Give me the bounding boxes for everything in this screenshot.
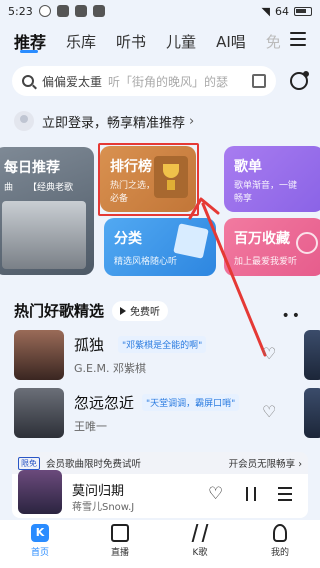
- mini-player[interactable]: 莫问归期 蒋雪儿Snow.J ♡: [12, 470, 308, 518]
- pause-icon[interactable]: [246, 487, 256, 501]
- profile-icon: [273, 524, 287, 542]
- battery-level: 64: [275, 4, 289, 18]
- tab-library[interactable]: 乐库: [66, 31, 96, 52]
- song-cover: [14, 330, 64, 380]
- playlist-card-sub1: 歌单渐音，一键: [234, 181, 298, 191]
- search-hint: 听「街角的晚风」的瑟: [108, 74, 229, 89]
- home-icon: K: [31, 524, 49, 542]
- song-row[interactable]: 孤独 "邓紫棋是全能的啊" G.E.M. 邓紫棋: [14, 330, 264, 382]
- nav-me[interactable]: 我的: [240, 520, 320, 568]
- vip-text: 会员歌曲限时免费试听: [46, 459, 142, 470]
- playlist-card-title: 歌单: [234, 159, 262, 175]
- vip-open-link[interactable]: 开会员无限畅享 ›: [229, 456, 302, 470]
- login-prompt[interactable]: 立即登录，畅享精准推荐 ›: [14, 110, 194, 132]
- login-text: 立即登录，畅享精准推荐: [42, 115, 186, 131]
- nav-karaoke[interactable]: K歌: [160, 520, 240, 568]
- more-options-icon[interactable]: ••: [281, 308, 302, 324]
- tab-ai-sing[interactable]: AI唱: [216, 31, 246, 52]
- category-card-sub: 精选风格随心听: [114, 257, 178, 267]
- free-listen-label: 免费听: [130, 307, 161, 318]
- tab-free[interactable]: 免: [266, 31, 281, 52]
- song-cover: [14, 388, 64, 438]
- song-tag: "邓紫棋是全能的啊": [118, 336, 207, 353]
- app-notify-icon: [74, 5, 87, 17]
- heart-decoration-icon: [296, 232, 318, 254]
- playlist-card-sub2: 畅享: [234, 194, 253, 204]
- side-song-cover[interactable]: [304, 330, 320, 380]
- daily-tag: 曲: [4, 183, 14, 193]
- playlist-card[interactable]: 歌单 歌单渐音，一键 畅享: [224, 146, 320, 212]
- song-artist: G.E.M. 邓紫棋: [74, 362, 146, 375]
- player-song-title: 莫问归期: [72, 484, 125, 499]
- top-nav: 推荐 乐库 听书 儿童 AI唱 免: [0, 26, 320, 56]
- status-time: 5:23: [8, 4, 33, 18]
- kugou-notify-icon: [38, 5, 51, 17]
- nav-home-label: 首页: [30, 548, 49, 558]
- nav-karaoke-label: K歌: [192, 548, 208, 558]
- daily-recommend-title: 每日推荐: [4, 160, 60, 176]
- tab-audiobooks[interactable]: 听书: [116, 31, 146, 52]
- heart-icon[interactable]: ♡: [262, 344, 276, 363]
- active-tab-indicator: [20, 50, 38, 53]
- live-icon: [111, 524, 129, 542]
- nav-me-label: 我的: [270, 548, 289, 558]
- status-bar: 5:23 ◥ 64: [0, 0, 320, 22]
- song-tag: "天堂调调，霸屏口哨": [142, 394, 240, 411]
- daily-poster-image: [2, 201, 86, 269]
- player-artist: 蒋雪儿Snow.J: [72, 502, 135, 513]
- category-card[interactable]: 分类 精选风格随心听: [104, 218, 216, 276]
- nav-home[interactable]: K 首页: [0, 520, 80, 568]
- heart-icon[interactable]: ♡: [262, 402, 276, 421]
- song-title: 孤独: [74, 336, 105, 354]
- side-song-cover[interactable]: [304, 388, 320, 438]
- image-notify-icon: [56, 5, 69, 17]
- highlight-box: [98, 143, 199, 216]
- vip-badge: 限免: [18, 456, 40, 470]
- scan-icon[interactable]: [252, 74, 266, 88]
- bottom-nav: K 首页 直播 K歌 我的: [0, 520, 320, 568]
- category-card-title: 分类: [114, 231, 142, 247]
- nav-live[interactable]: 直播: [80, 520, 160, 568]
- voice-recognize-icon[interactable]: [290, 71, 309, 90]
- daily-tag-classic: 【经典老歌: [28, 183, 74, 193]
- battery-icon: [294, 6, 312, 16]
- cube-icon: [173, 223, 209, 259]
- search-icon: [22, 75, 34, 87]
- million-card-title: 百万收藏: [234, 231, 290, 247]
- chevron-right-icon: ›: [189, 113, 195, 129]
- favorite-heart-icon[interactable]: ♡: [208, 484, 223, 504]
- search-input[interactable]: 偏偏爱太重 听「街角的晚风」的瑟: [12, 66, 276, 96]
- play-icon: [120, 306, 127, 315]
- search-term: 偏偏爱太重: [42, 74, 103, 89]
- menu-icon[interactable]: [290, 32, 306, 46]
- song-row[interactable]: 忽远忽近 "天堂调调，霸屏口哨" 王唯一: [14, 388, 264, 440]
- wifi-icon: ◥: [261, 4, 270, 18]
- hot-songs-header: 热门好歌精选 免费听: [14, 300, 169, 321]
- dot-notify-icon: [92, 5, 105, 17]
- million-card-sub: 加上最爱我爱听: [234, 257, 298, 267]
- player-cover: [18, 470, 62, 514]
- tab-kids[interactable]: 儿童: [166, 31, 196, 52]
- song-title: 忽远忽近: [74, 394, 135, 412]
- playlist-icon[interactable]: [278, 487, 292, 501]
- million-favorites-card[interactable]: 百万收藏 加上最爱我爱听: [224, 218, 320, 276]
- nav-live-label: 直播: [110, 548, 129, 558]
- avatar: [14, 111, 34, 131]
- karaoke-icon: [191, 524, 209, 542]
- song-artist: 王唯一: [74, 420, 107, 433]
- section-title: 热门好歌精选: [14, 302, 105, 320]
- daily-recommend-card[interactable]: 每日推荐 曲 【经典老歌: [0, 147, 94, 275]
- free-listen-button[interactable]: 免费听: [112, 300, 169, 321]
